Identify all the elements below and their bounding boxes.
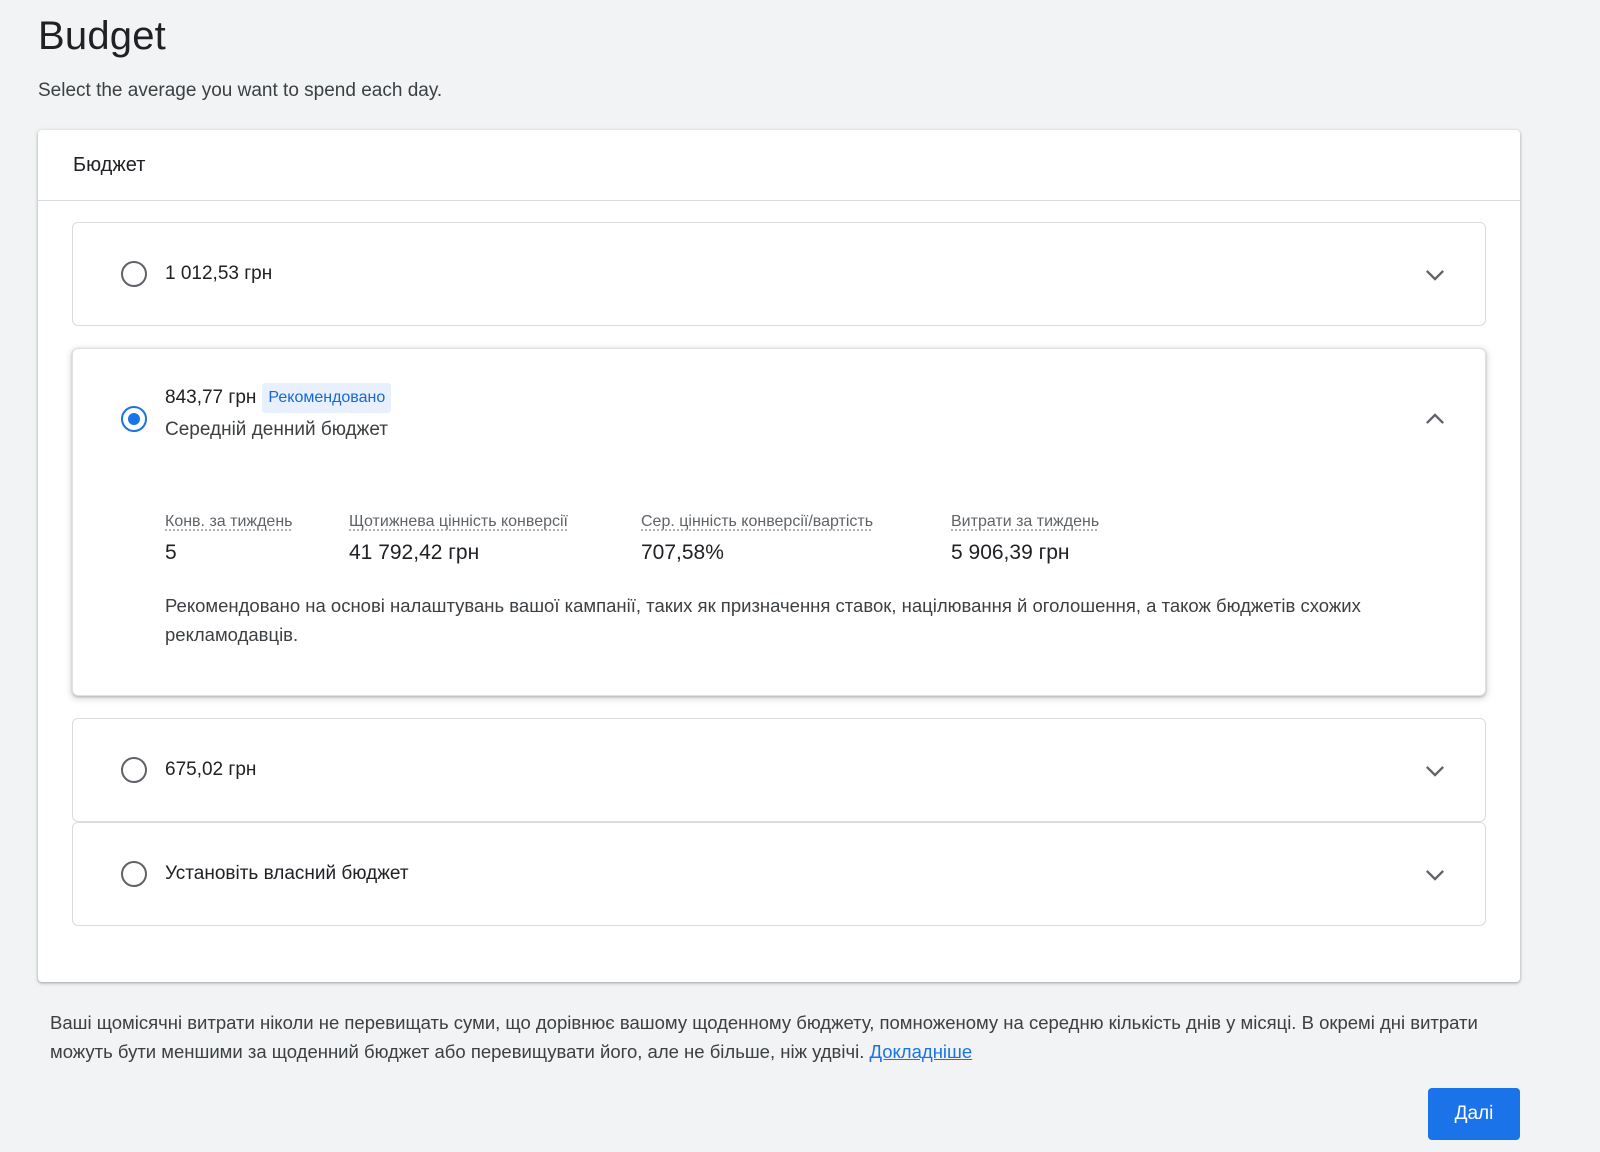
metric-value: 707,58%: [641, 541, 724, 564]
budget-card: Бюджет 1 012,53 грн 843,77 грн Рекомендов…: [38, 130, 1520, 982]
metric-label[interactable]: Витрати за тиждень: [951, 513, 1191, 531]
radio-button[interactable]: [121, 261, 147, 287]
page-subtitle: Select the average you want to spend eac…: [38, 80, 443, 101]
chevron-up-icon[interactable]: [1421, 405, 1449, 433]
metric-label[interactable]: Щотижнева цінність конверсії: [349, 513, 641, 531]
option-amount: 843,77 грн: [165, 387, 257, 409]
metrics-row: Конв. за тиждень 5 Щотижнева цінність ко…: [165, 513, 1191, 565]
chevron-down-icon[interactable]: [1421, 261, 1449, 289]
footer-note-text: Ваші щомісячні витрати ніколи не перевищ…: [50, 1012, 1478, 1062]
metric-conversion-value-cost: Сер. цінність конверсії/вартість 707,58%: [641, 513, 951, 565]
budget-option-1[interactable]: 1 012,53 грн: [72, 222, 1486, 326]
metric-label[interactable]: Сер. цінність конверсії/вартість: [641, 513, 951, 531]
chevron-down-icon[interactable]: [1421, 757, 1449, 785]
option-amount: 1 012,53 грн: [165, 263, 273, 284]
option-amount-line: 843,77 грн Рекомендовано: [165, 383, 392, 413]
radio-button[interactable]: [121, 861, 147, 887]
learn-more-link[interactable]: Докладніше: [869, 1041, 972, 1062]
card-header: Бюджет: [38, 130, 1520, 201]
radio-button-selected[interactable]: [121, 406, 147, 432]
recommended-badge: Рекомендовано: [262, 383, 392, 413]
option-amount: 675,02 грн: [165, 759, 257, 780]
chevron-down-icon[interactable]: [1421, 861, 1449, 889]
recommendation-text: Рекомендовано на основі налаштувань вашо…: [165, 595, 1361, 645]
metric-value: 41 792,42 грн: [349, 541, 480, 564]
metric-label[interactable]: Конв. за тиждень: [165, 513, 349, 531]
metric-weekly-spend: Витрати за тиждень 5 906,39 грн: [951, 513, 1191, 565]
budget-option-custom[interactable]: Установіть власний бюджет: [72, 822, 1486, 926]
next-button[interactable]: Далі: [1428, 1088, 1520, 1140]
budget-option-2[interactable]: 843,77 грн Рекомендовано Середній денний …: [72, 348, 1486, 696]
option-custom-label: Установіть власний бюджет: [165, 863, 409, 884]
radio-button[interactable]: [121, 757, 147, 783]
metric-value: 5: [165, 541, 177, 564]
budget-option-3[interactable]: 675,02 грн: [72, 718, 1486, 822]
footer-note: Ваші щомісячні витрати ніколи не перевищ…: [50, 1008, 1520, 1066]
option-sublabel: Середній денний бюджет: [165, 419, 388, 440]
page-title: Budget: [38, 14, 166, 58]
metric-weekly-conversions: Конв. за тиждень 5: [165, 513, 349, 565]
metric-weekly-conversion-value: Щотижнева цінність конверсії 41 792,42 г…: [349, 513, 641, 565]
metric-value: 5 906,39 грн: [951, 541, 1070, 564]
